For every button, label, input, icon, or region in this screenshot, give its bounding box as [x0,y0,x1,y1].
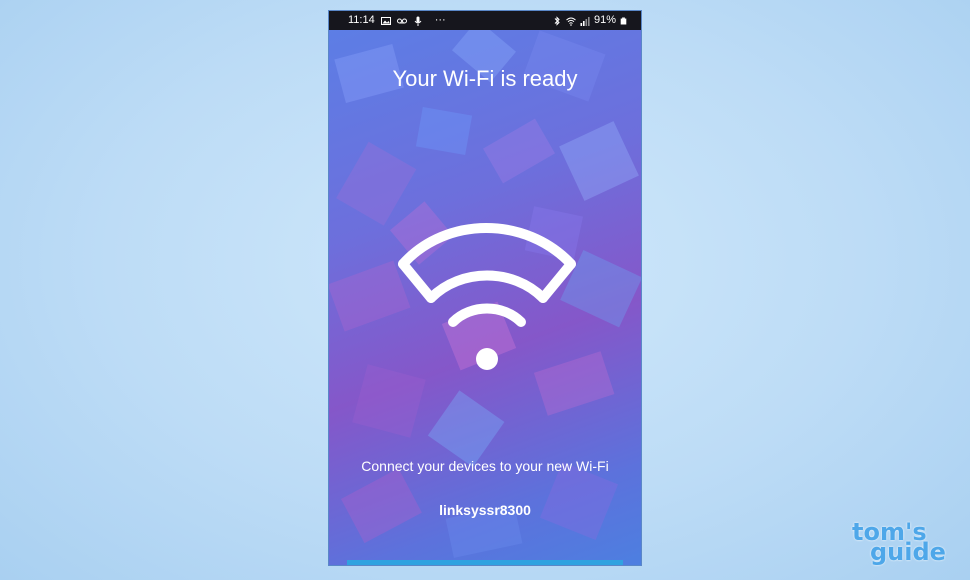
page-title: Your Wi-Fi is ready [392,66,578,91]
wifi-icon [398,223,576,370]
mic-icon [414,16,422,26]
battery-percent: 91% [593,14,616,26]
status-more-dots: ··· [434,14,446,26]
status-right: 91% [552,11,627,30]
phone-screen: 11:14 ··· 91% Your Wi-Fi is ready Connec… [328,10,642,566]
bottom-progress-bar [347,560,623,565]
status-left: 11:14 ··· [348,11,446,30]
status-bar: 11:14 ··· 91% [329,11,641,30]
network-name: linksyssr8300 [439,502,531,518]
toms-guide-logo: tom's guide [852,520,957,564]
voicemail-icon [396,18,407,23]
gallery-icon [380,16,391,25]
connect-caption: Connect your devices to your new Wi-Fi [361,458,609,474]
status-time: 11:14 [348,14,375,26]
wifi-signal-icon [566,17,576,26]
bluetooth-icon [554,15,560,26]
battery-icon [620,17,627,24]
cell-signal-icon [580,16,590,26]
